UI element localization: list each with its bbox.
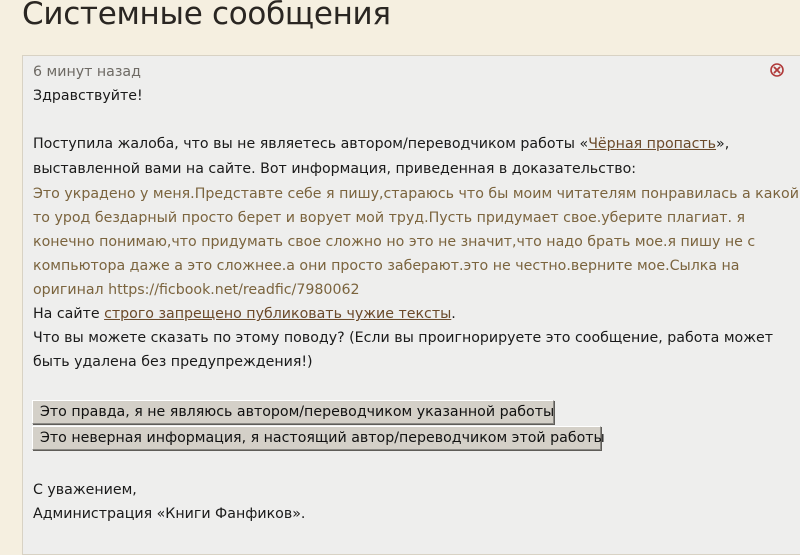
question-line-2: быть удалена без предупреждения!) <box>33 354 313 370</box>
complaint-line-2: выставленной вами на сайте. Вот информац… <box>33 161 637 177</box>
question-line: Что вы можете сказать по этому поводу? (… <box>33 330 774 346</box>
evidence-line: Это украдено у меня.Представте себе я пи… <box>33 186 799 202</box>
complaint-line: Поступила жалоба, что вы не являетесь ав… <box>33 134 729 154</box>
signature: Администрация «Книги Фанфиков». <box>33 506 306 522</box>
message-greeting: Здравствуйте! <box>33 88 143 104</box>
sign-off: С уважением, <box>33 482 137 498</box>
claim-author-button[interactable]: Это неверная информация, я настоящий авт… <box>32 426 605 450</box>
complaint-suffix: », <box>716 136 730 152</box>
complaint-prefix: Поступила жалоба, что вы не являетесь ав… <box>33 136 589 152</box>
evidence-line: то урод бездарный просто берет и ворует … <box>33 210 746 226</box>
message-timestamp: 6 минут назад <box>33 64 141 80</box>
close-icon[interactable] <box>770 63 784 77</box>
work-title-link[interactable]: Чёрная пропасть <box>588 136 716 152</box>
rules-link[interactable]: строго запрещено публиковать чужие текст… <box>104 306 451 322</box>
admit-not-author-button[interactable]: Это правда, я не являюсь автором/перевод… <box>32 400 554 424</box>
rule-line: На сайте строго запрещено публиковать чу… <box>33 304 456 324</box>
rule-prefix: На сайте <box>33 306 105 322</box>
rule-suffix: . <box>451 306 456 322</box>
evidence-line: оригинал https://ficbook.net/readfic/798… <box>33 282 360 298</box>
page-title: Системные сообщения <box>22 0 391 32</box>
evidence-line: компьютора даже а это сложнее.а они прос… <box>33 258 740 274</box>
evidence-line: конечно понимаю,что придумать свое сложн… <box>33 234 756 250</box>
